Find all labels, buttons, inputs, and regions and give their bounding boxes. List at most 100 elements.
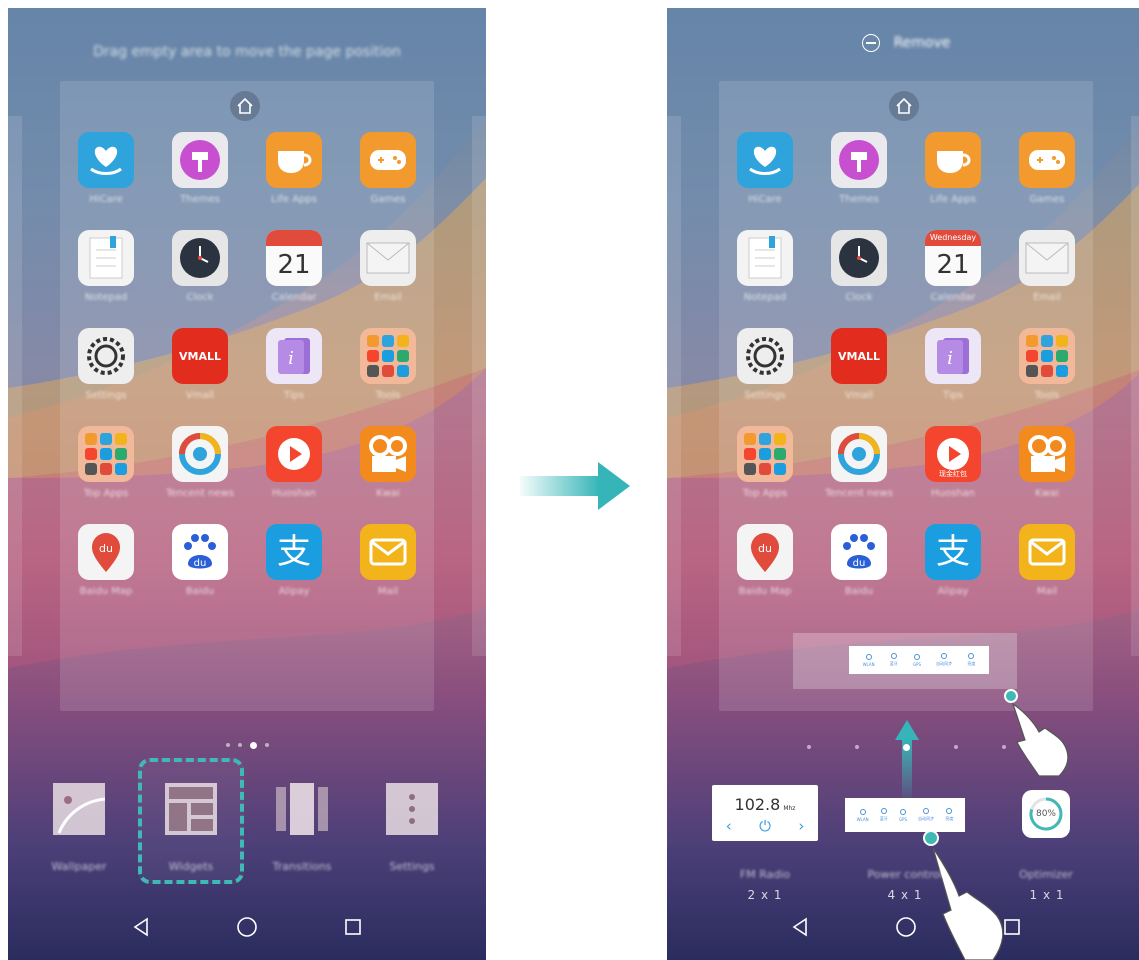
app-label: Vmall	[844, 390, 874, 401]
app-label: Baidu	[185, 586, 215, 597]
recents-icon[interactable]	[343, 917, 363, 937]
folder-app-icon[interactable]	[737, 426, 793, 482]
paw-app-icon[interactable]: du	[172, 524, 228, 580]
paw-app-icon[interactable]: du	[831, 524, 887, 580]
remove-label: Remove	[893, 35, 951, 51]
tencent-news-app-icon[interactable]	[172, 426, 228, 482]
brush-app-icon[interactable]	[172, 132, 228, 188]
folder-app-icon[interactable]	[78, 426, 134, 482]
gear-app-icon[interactable]	[737, 328, 793, 384]
toggle-item[interactable]: GPS	[913, 653, 921, 667]
svg-text:i: i	[947, 348, 953, 369]
remove-drop-zone[interactable]: Remove	[667, 34, 1139, 52]
wallpaper-button[interactable]	[53, 783, 106, 835]
app-label: Tencent news	[825, 488, 893, 499]
app-label: Tips	[283, 390, 305, 401]
cup-app-icon[interactable]	[925, 132, 981, 188]
mail-app-icon[interactable]	[1019, 524, 1075, 580]
alipay-app-icon[interactable]: 支	[266, 524, 322, 580]
toggle-item[interactable]: 蓝牙	[880, 808, 888, 822]
heart-hand-app-icon[interactable]	[78, 132, 134, 188]
next-page-peek[interactable]	[472, 116, 486, 656]
app-label: Email	[374, 292, 402, 303]
set-home-page-button[interactable]	[230, 91, 260, 121]
toggle-item[interactable]: 蓝牙	[890, 653, 898, 667]
calendar-app-icon[interactable]: Wednesday 21	[925, 230, 981, 286]
home-icon	[237, 97, 253, 114]
fm-radio-widget[interactable]: 102.8 Mhz ‹ ⏻ ›	[712, 785, 818, 841]
tips-app-icon[interactable]: i	[266, 328, 322, 384]
cup-app-icon[interactable]	[266, 132, 322, 188]
fm-unit: Mhz	[783, 805, 796, 812]
toggle-item[interactable]: GPS	[899, 808, 907, 822]
app-label: Calendar	[930, 292, 976, 303]
calendar-app-icon[interactable]: 21	[266, 230, 322, 286]
notepad-app-icon[interactable]	[737, 230, 793, 286]
heart-hand-app-icon[interactable]	[737, 132, 793, 188]
previous-page-peek[interactable]	[8, 116, 22, 656]
alipay-app-icon[interactable]: 支	[925, 524, 981, 580]
gear-app-icon[interactable]	[78, 328, 134, 384]
previous-page-peek[interactable]	[667, 116, 681, 656]
video-flame-app-icon[interactable]: 现金红包	[925, 426, 981, 482]
next-page-peek[interactable]	[1131, 116, 1139, 656]
video-flame-app-icon[interactable]	[266, 426, 322, 482]
back-icon[interactable]	[131, 917, 151, 937]
camera-app-icon[interactable]	[1019, 426, 1075, 482]
folder-app-icon[interactable]	[1019, 328, 1075, 384]
tips-app-icon[interactable]: i	[925, 328, 981, 384]
app-label: Settings	[744, 390, 786, 401]
toggle-item[interactable]: 亮度	[945, 808, 953, 822]
app-label: Baidu Map	[79, 586, 133, 597]
navigation-bar	[8, 894, 486, 960]
clock-app-icon[interactable]	[831, 230, 887, 286]
folder-app-icon[interactable]	[360, 328, 416, 384]
home-nav-icon[interactable]	[895, 916, 917, 938]
home-settings-button[interactable]	[386, 783, 438, 835]
fm-frequency: 102.8	[734, 795, 781, 814]
svg-text:du: du	[99, 542, 113, 555]
set-home-page-button[interactable]	[889, 91, 919, 121]
toggle-item[interactable]: WLAN	[863, 653, 875, 667]
toggle-item[interactable]: WLAN	[857, 808, 869, 822]
wallpaper-label: Wallpaper	[51, 860, 107, 873]
navigation-bar	[667, 894, 1139, 960]
mail-app-icon[interactable]	[360, 524, 416, 580]
camera-app-icon[interactable]	[360, 426, 416, 482]
tencent-news-app-icon[interactable]	[831, 426, 887, 482]
app-label: HiCare	[89, 194, 123, 205]
optimizer-label: Optimizer	[1019, 868, 1073, 881]
app-label: Top Apps	[83, 488, 129, 499]
app-label: Games	[370, 194, 406, 205]
map-pin-app-icon[interactable]: du	[737, 524, 793, 580]
home-nav-icon[interactable]	[236, 916, 258, 938]
brush-app-icon[interactable]	[831, 132, 887, 188]
battery-percent: 80%	[1035, 809, 1056, 819]
vmall-app-icon[interactable]: VMALL	[172, 328, 228, 384]
transitions-button[interactable]	[276, 783, 328, 835]
app-label: Settings	[85, 390, 127, 401]
toggle-item[interactable]: 亮度	[967, 653, 975, 667]
envelope-app-icon[interactable]	[360, 230, 416, 286]
transitions-icon	[276, 783, 328, 835]
power-control-widget-placed[interactable]: WLAN 蓝牙 GPS 自动同步 亮度	[849, 646, 989, 674]
home-edit-screen-left: Drag empty area to move the page positio…	[8, 8, 486, 960]
page-indicator	[8, 742, 486, 749]
envelope-app-icon[interactable]	[1019, 230, 1075, 286]
toggle-item[interactable]: 自动同步	[936, 653, 952, 667]
power-control-label: Power control	[867, 868, 943, 881]
map-pin-app-icon[interactable]: du	[78, 524, 134, 580]
app-label: Kwai	[1035, 488, 1059, 499]
notepad-app-icon[interactable]	[78, 230, 134, 286]
recents-icon[interactable]	[1002, 917, 1022, 937]
vmall-app-icon[interactable]: VMALL	[831, 328, 887, 384]
back-icon[interactable]	[790, 917, 810, 937]
app-label: Clock	[845, 292, 873, 303]
gamepad-app-icon[interactable]	[1019, 132, 1075, 188]
gamepad-app-icon[interactable]	[360, 132, 416, 188]
transition-arrow-icon	[520, 462, 630, 510]
app-label: HiCare	[748, 194, 782, 205]
toggle-item[interactable]: 自动同步	[918, 808, 934, 822]
clock-app-icon[interactable]	[172, 230, 228, 286]
page-indicator	[667, 744, 1139, 751]
